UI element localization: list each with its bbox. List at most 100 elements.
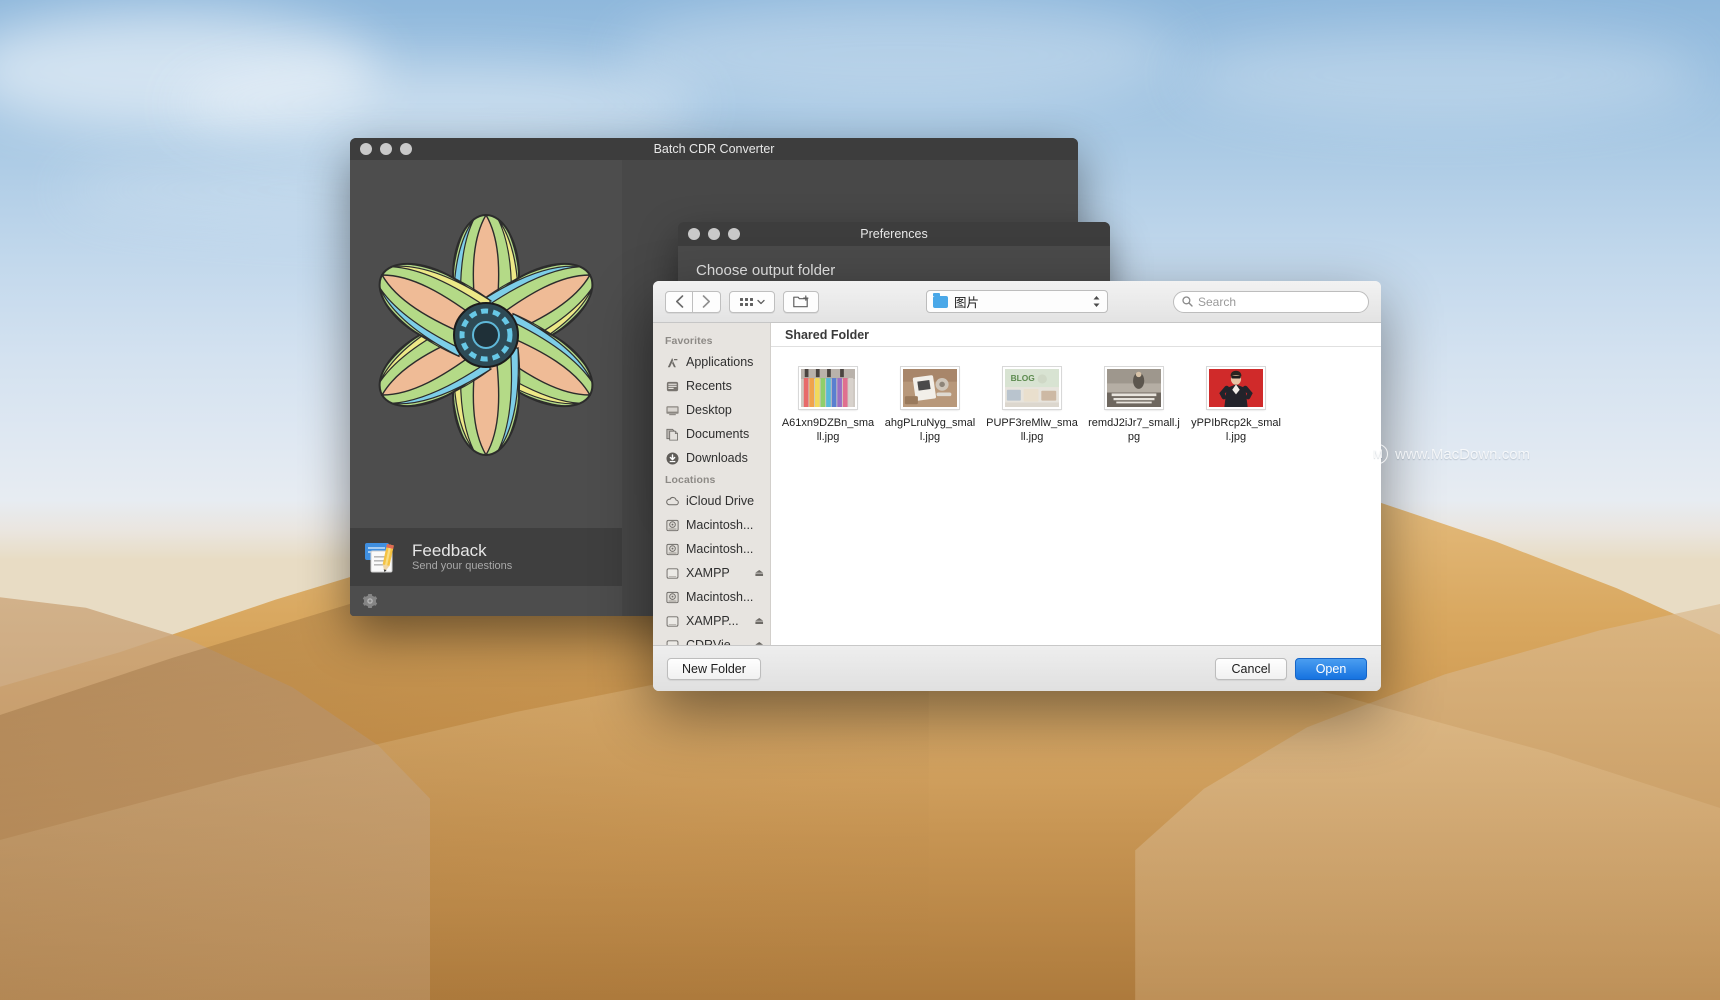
- macdown-logo-icon: M: [1368, 444, 1388, 464]
- sidebar-item-label: Recents: [686, 379, 732, 393]
- file-item[interactable]: ahgPLruNyg_small.jpg: [879, 363, 981, 449]
- sidebar-item-xampp-1[interactable]: XAMPP ⏏: [653, 561, 770, 585]
- new-folder-icon: [793, 295, 809, 308]
- file-grid[interactable]: A61xn9DZBn_small.jpg ahgPLruNyg_small.jp…: [771, 347, 1381, 645]
- site-watermark: M www.MacDown.com: [1368, 444, 1530, 464]
- feedback-note-pencil-icon: [365, 543, 394, 573]
- gear-icon[interactable]: [362, 593, 378, 609]
- person-on-bed-photo: [1107, 369, 1161, 407]
- file-name-label: PUPF3reMlw_small.jpg: [986, 417, 1078, 444]
- feedback-title: Feedback: [412, 540, 487, 560]
- up-down-stepper-icon[interactable]: [1092, 294, 1101, 309]
- sidebar-group-title: Favorites: [665, 335, 713, 347]
- cloud-decoration: [620, 0, 1180, 110]
- cloud-decoration: [1180, 30, 1700, 120]
- forward-button[interactable]: [693, 290, 721, 313]
- sidebar-group-title: Locations: [665, 474, 716, 486]
- path-popup-button[interactable]: 图片: [926, 290, 1108, 313]
- file-thumbnail: [799, 367, 857, 409]
- sidebar-item-xampp-2[interactable]: XAMPP... ⏏: [653, 609, 770, 633]
- cloud-decoration: [180, 60, 700, 150]
- internal-drive-icon: [666, 591, 679, 603]
- search-placeholder-text: Search: [1198, 294, 1237, 309]
- sidebar-item-label: Desktop: [686, 403, 732, 417]
- new-folder-button[interactable]: New Folder: [667, 657, 761, 680]
- file-item[interactable]: yPPIbRcp2k_small.jpg: [1185, 363, 1287, 449]
- eject-icon[interactable]: ⏏: [755, 568, 764, 579]
- shared-folder-header: Shared Folder: [771, 323, 1381, 347]
- sidebar-item-cdrviewer[interactable]: CDRVie... ⏏: [653, 633, 770, 645]
- flower-artwork-container: [350, 160, 622, 528]
- sidebar-item-label: Macintosh...: [686, 542, 754, 556]
- flower-mandala-icon: [364, 214, 608, 456]
- external-drive-icon: [666, 615, 679, 627]
- sidebar-item-macintosh-hd-1[interactable]: Macintosh...: [653, 513, 770, 537]
- search-input[interactable]: Search: [1173, 290, 1369, 313]
- grid-view-icon: [739, 297, 753, 306]
- desktop-wallpaper: Batch CDR Converter Feedback Send your q…: [0, 0, 1720, 1000]
- downloads-icon: [666, 452, 679, 464]
- sidebar-item-label: Applications: [686, 355, 754, 369]
- sidebar-item-label: Macintosh...: [686, 590, 754, 604]
- cdr-settings-row: [350, 586, 622, 616]
- sidebar-item-macintosh-hd-2[interactable]: Macintosh...: [653, 537, 770, 561]
- file-thumbnail: [1207, 367, 1265, 409]
- feedback-subtitle: Send your questions: [412, 560, 513, 573]
- sidebar-item-label: XAMPP...: [686, 614, 739, 628]
- sidebar-item-applications[interactable]: Applications: [653, 350, 770, 374]
- open-button[interactable]: Open: [1295, 657, 1367, 680]
- sidebar-item-documents[interactable]: Documents: [653, 422, 770, 446]
- sidebar-item-label: iCloud Drive: [686, 494, 755, 508]
- chevron-down-icon: [756, 299, 765, 304]
- sidebar-item-recents[interactable]: Recents: [653, 374, 770, 398]
- sidebar-item-macintosh-hd-3[interactable]: Macintosh...: [653, 585, 770, 609]
- footer-action-buttons: Cancel Open: [1215, 657, 1367, 680]
- colored-paint-strips-photo: [801, 369, 855, 407]
- sidebar-item-label: Macintosh...: [686, 518, 754, 532]
- current-folder-label: 图片: [954, 296, 980, 310]
- desktop-icon: [666, 405, 679, 415]
- eject-icon[interactable]: ⏏: [755, 616, 764, 627]
- feedback-panel[interactable]: Feedback Send your questions: [350, 528, 622, 586]
- sidebar-item-label: CDRVie...: [686, 638, 742, 645]
- applications-icon: [667, 357, 678, 367]
- file-open-dialog[interactable]: 图片 Search Favorites Applications Recents…: [653, 281, 1381, 691]
- sidebar-item-label: Downloads: [686, 451, 748, 465]
- file-name-label: A61xn9DZBn_small.jpg: [781, 417, 875, 444]
- navigation-buttons[interactable]: [665, 290, 721, 313]
- file-item[interactable]: BLOG PUPF3reMlw_small.jpg: [981, 363, 1083, 449]
- file-thumbnail: [1105, 367, 1163, 409]
- file-name-label: yPPIbRcp2k_small.jpg: [1191, 417, 1281, 444]
- sidebar-item-icloud-drive[interactable]: iCloud Drive: [653, 489, 770, 513]
- preferences-titlebar[interactable]: Preferences: [678, 222, 1110, 246]
- recents-clock-icon: [666, 381, 679, 391]
- sidebar-item-desktop[interactable]: Desktop: [653, 398, 770, 422]
- blog-workspace-photo: BLOG: [1005, 369, 1059, 407]
- man-red-background-photo: [1209, 369, 1263, 407]
- file-name-label: ahgPLruNyg_small.jpg: [884, 417, 976, 444]
- view-options-button[interactable]: [729, 290, 775, 313]
- cdr-left-panel: Feedback Send your questions: [350, 160, 622, 616]
- internal-drive-icon: [666, 519, 679, 531]
- sidebar-item-label: Documents: [686, 427, 750, 441]
- external-drive-icon: [666, 567, 679, 579]
- search-icon: [1182, 296, 1193, 307]
- icloud-icon: [666, 496, 679, 505]
- desk-notebook-photo: [903, 369, 957, 407]
- feedback-text-block: Feedback Send your questions: [412, 541, 512, 573]
- svg-text:BLOG: BLOG: [1011, 374, 1035, 383]
- preferences-window-title: Preferences: [860, 227, 928, 241]
- cancel-button[interactable]: Cancel: [1215, 657, 1287, 680]
- cdr-window-titlebar[interactable]: Batch CDR Converter: [350, 138, 1078, 160]
- sidebar-item-label: XAMPP: [686, 566, 730, 580]
- external-drive-icon: [666, 639, 679, 645]
- new-folder-toolbar-button[interactable]: [783, 290, 819, 313]
- sidebar-item-downloads[interactable]: Downloads: [653, 446, 770, 470]
- file-dialog-sidebar[interactable]: Favorites Applications Recents Desktop D…: [653, 323, 771, 645]
- file-dialog-footer: New Folder Cancel Open: [653, 645, 1381, 691]
- file-thumbnail: [901, 367, 959, 409]
- back-button[interactable]: [665, 290, 693, 313]
- file-item[interactable]: remdJ2iJr7_small.jpg: [1083, 363, 1185, 449]
- file-item[interactable]: A61xn9DZBn_small.jpg: [777, 363, 879, 449]
- internal-drive-icon: [666, 543, 679, 555]
